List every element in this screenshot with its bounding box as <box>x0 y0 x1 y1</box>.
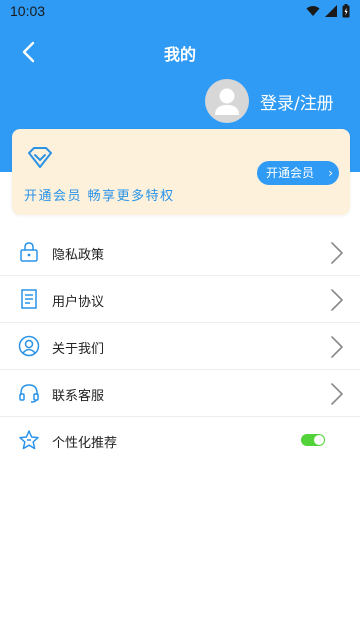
menu-label: 用户协议 <box>52 295 105 310</box>
battery-icon <box>342 4 350 18</box>
open-vip-button[interactable]: 开通会员 › <box>257 161 339 185</box>
chevron-right-icon: › <box>328 166 333 180</box>
wifi-icon <box>306 6 320 16</box>
settings-menu: 隐私政策 用户协议 关于我们 联系客服 个性化推荐 <box>0 229 360 464</box>
menu-label: 联系客服 <box>52 389 105 404</box>
user-circle-icon <box>18 335 40 357</box>
menu-item-personalized-recommendation: 个性化推荐 <box>0 417 360 464</box>
page-title: 我的 <box>163 45 196 64</box>
headset-icon <box>19 384 39 403</box>
signal-icon <box>325 5 337 17</box>
menu-item-customer-service[interactable]: 联系客服 <box>0 370 360 417</box>
chevron-right-icon <box>331 289 343 311</box>
menu-item-user-agreement[interactable]: 用户协议 <box>0 276 360 323</box>
user-avatar-icon <box>215 88 239 115</box>
chevron-right-icon <box>331 336 343 358</box>
vip-promo-text: 开通会员 畅享更多特权 <box>24 189 175 204</box>
diamond-icon <box>26 145 54 171</box>
star-badge-icon <box>19 430 39 450</box>
status-bar: 10:03 <box>0 0 360 24</box>
document-icon <box>21 289 37 309</box>
login-register-link[interactable]: 登录/注册 <box>260 89 334 114</box>
chevron-right-icon <box>331 242 343 264</box>
chevron-right-icon <box>331 383 343 405</box>
toggle-knob <box>314 435 324 445</box>
lock-icon <box>20 242 38 262</box>
menu-label: 关于我们 <box>52 342 105 357</box>
menu-item-about-us[interactable]: 关于我们 <box>0 323 360 370</box>
status-time: 10:03 <box>10 3 46 19</box>
personalized-recommendation-toggle[interactable] <box>301 434 325 446</box>
open-vip-label: 开通会员 <box>266 166 315 180</box>
menu-label: 个性化推荐 <box>52 436 118 451</box>
status-icons <box>306 4 350 18</box>
menu-item-privacy-policy[interactable]: 隐私政策 <box>0 229 360 276</box>
vip-card: 开通会员 畅享更多特权 开通会员 › <box>12 129 350 215</box>
avatar[interactable] <box>205 79 249 123</box>
menu-label: 隐私政策 <box>52 248 105 263</box>
nav-bar: 我的 <box>0 32 360 72</box>
